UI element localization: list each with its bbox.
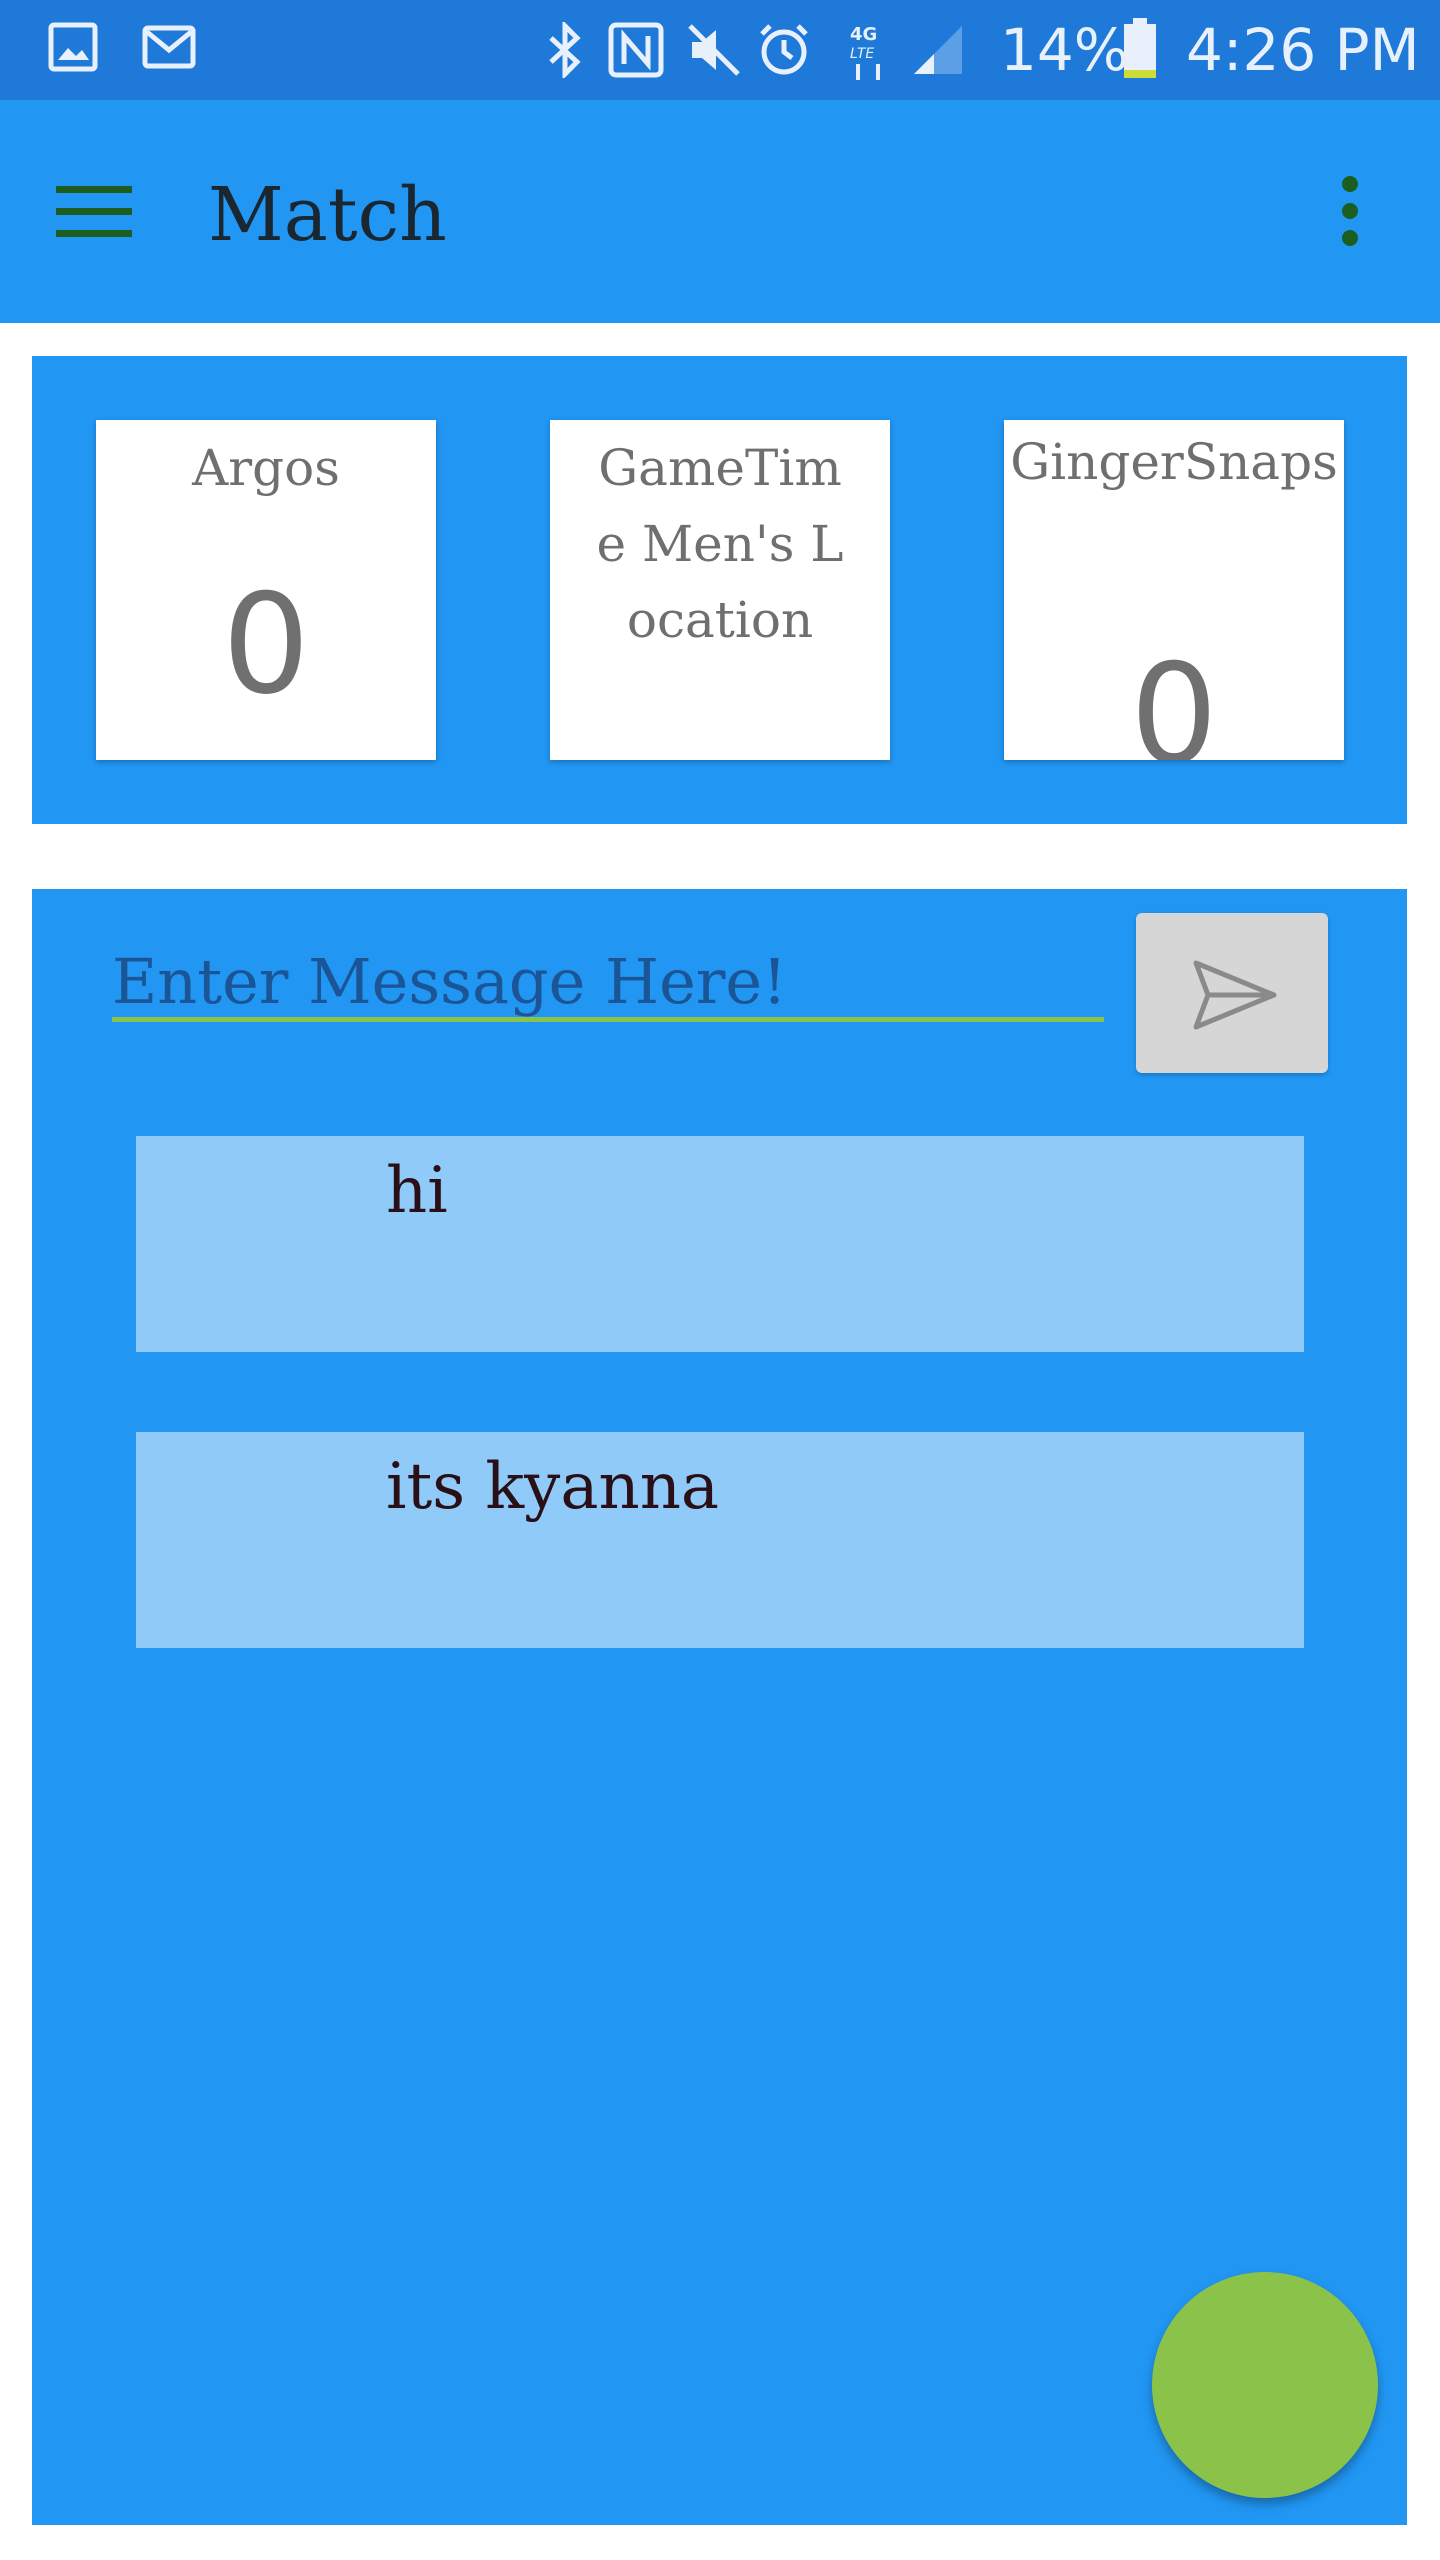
nfc-icon — [608, 22, 664, 78]
message-bubble: hi — [136, 1136, 1304, 1352]
battery-icon — [1124, 18, 1156, 78]
gallery-icon — [48, 22, 98, 72]
team-name: GingerSnaps — [1010, 433, 1338, 491]
page-title: Match — [208, 172, 447, 258]
battery-percent: 14% — [1000, 16, 1129, 84]
gmail-icon — [142, 25, 196, 69]
clock: 4:26 PM — [1186, 16, 1420, 84]
team-name: Argos — [192, 439, 340, 497]
team-card-gingersnaps[interactable]: GingerSnaps 0 — [1004, 420, 1344, 760]
team-card-argos[interactable]: Argos 0 — [96, 420, 436, 760]
4g-lte-icon: 4G LTE — [850, 24, 880, 80]
signal-icon — [914, 26, 962, 74]
bluetooth-icon — [549, 22, 581, 78]
team-score: 0 — [222, 564, 310, 725]
message-input[interactable] — [112, 945, 1104, 1022]
overflow-menu-icon[interactable] — [1320, 176, 1380, 252]
svg-text:4G: 4G — [850, 24, 877, 45]
chat-panel: hi its kyanna — [32, 889, 1407, 2525]
mute-icon — [688, 24, 740, 76]
teams-panel: Argos 0 GameTime Men's Location GingerSn… — [32, 356, 1407, 824]
floating-action-button[interactable] — [1152, 2272, 1378, 2498]
status-bar: 4G LTE 14% 4:26 PM — [0, 0, 1440, 100]
send-button[interactable] — [1136, 913, 1328, 1073]
hamburger-menu-icon[interactable] — [48, 180, 144, 244]
team-card-gametime[interactable]: GameTime Men's Location — [550, 420, 890, 760]
message-text: its kyanna — [386, 1450, 720, 1524]
alarm-icon — [760, 24, 808, 75]
team-name: GameTime Men's Location — [596, 439, 844, 649]
team-score: 0 — [1130, 634, 1218, 761]
message-text: hi — [386, 1154, 448, 1228]
send-icon — [1193, 960, 1277, 1030]
svg-text:LTE: LTE — [850, 46, 874, 62]
message-bubble: its kyanna — [136, 1432, 1304, 1648]
